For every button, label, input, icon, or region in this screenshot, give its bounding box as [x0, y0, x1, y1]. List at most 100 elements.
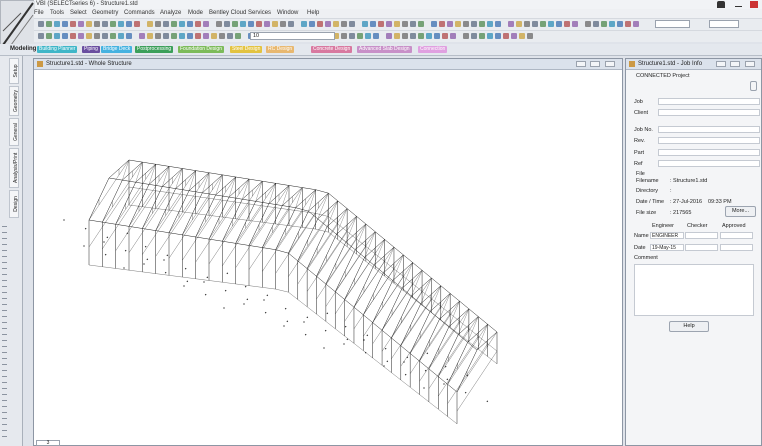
toolbar-icon[interactable]: [62, 33, 68, 39]
toolbar-icon[interactable]: [248, 21, 254, 27]
tab-building-planner[interactable]: Building Planner: [37, 46, 78, 53]
view-combo[interactable]: [655, 20, 690, 28]
menu-help[interactable]: Help: [307, 9, 319, 18]
toolbar-icon[interactable]: [463, 21, 469, 27]
toolbar-icon[interactable]: [633, 21, 639, 27]
engineer-date-field[interactable]: 19-May-15: [650, 244, 684, 251]
toolbar-icon[interactable]: [349, 21, 355, 27]
toolbar-icon[interactable]: [147, 33, 153, 39]
side-tool-icon[interactable]: [2, 322, 7, 323]
toolbar-icon[interactable]: [434, 33, 440, 39]
toolbar-icon[interactable]: [187, 21, 193, 27]
toolbar-icon[interactable]: [280, 21, 286, 27]
toolbar-icon[interactable]: [38, 21, 44, 27]
toolbar-icon[interactable]: [195, 33, 201, 39]
side-tool-icon[interactable]: [2, 340, 7, 341]
tab-steel-design[interactable]: Steel Design: [230, 46, 263, 53]
toolbar-icon[interactable]: [609, 21, 615, 27]
toolbar-icon[interactable]: [362, 21, 368, 27]
job-info-minimize-button[interactable]: [716, 61, 726, 67]
toolbar-icon[interactable]: [118, 21, 124, 27]
toolbar-icon[interactable]: [240, 21, 246, 27]
side-tool-icon[interactable]: [2, 256, 7, 257]
approved-name-field[interactable]: [720, 232, 753, 239]
toolbar-icon[interactable]: [495, 21, 501, 27]
toolbar-icon[interactable]: [171, 21, 177, 27]
toolbar-icon[interactable]: [94, 33, 100, 39]
vtab-general[interactable]: General: [9, 118, 19, 146]
job-info-restore-button[interactable]: [730, 61, 740, 67]
vtab-setup[interactable]: Setup: [9, 58, 19, 84]
side-tool-icon[interactable]: [2, 370, 7, 371]
toolbar-icon[interactable]: [519, 33, 525, 39]
toolbar-icon[interactable]: [38, 33, 44, 39]
side-tool-icon[interactable]: [2, 328, 7, 329]
side-tool-icon[interactable]: [2, 394, 7, 395]
side-tool-icon[interactable]: [2, 316, 7, 317]
job-info-close-button[interactable]: [745, 61, 755, 67]
toolbar-icon[interactable]: [394, 33, 400, 39]
toolbar-icon[interactable]: [450, 33, 456, 39]
menu-bentley-cloud-services[interactable]: Bentley Cloud Services: [209, 9, 271, 18]
more-button[interactable]: More...: [725, 206, 756, 217]
viewport-restore-button[interactable]: [590, 61, 600, 67]
toolbar-icon[interactable]: [309, 21, 315, 27]
side-tool-icon[interactable]: [2, 436, 7, 437]
toolbar-icon[interactable]: [418, 33, 424, 39]
menu-analyze[interactable]: Analyze: [160, 9, 181, 18]
toolbar-icon[interactable]: [365, 33, 371, 39]
toolbar-icon[interactable]: [46, 21, 52, 27]
toolbar-icon[interactable]: [325, 21, 331, 27]
toolbar-icon[interactable]: [341, 33, 347, 39]
toolbar-icon[interactable]: [487, 21, 493, 27]
help-button[interactable]: Help: [669, 321, 709, 332]
viewport-close-button[interactable]: [605, 61, 615, 67]
toolbar-icon[interactable]: [54, 21, 60, 27]
toolbar-icon[interactable]: [301, 21, 307, 27]
toolbar-icon[interactable]: [102, 33, 108, 39]
structure-3d-model[interactable]: [34, 70, 622, 446]
toolbar-icon[interactable]: [134, 21, 140, 27]
toolbar-icon[interactable]: [556, 21, 562, 27]
toolbar-icon[interactable]: [288, 21, 294, 27]
menu-tools[interactable]: Tools: [50, 9, 64, 18]
toolbar-icon[interactable]: [70, 33, 76, 39]
toolbar-icon[interactable]: [110, 21, 116, 27]
toolbar-icon[interactable]: [333, 21, 339, 27]
toolbar-icon[interactable]: [601, 21, 607, 27]
side-tool-icon[interactable]: [2, 346, 7, 347]
toolbar-icon[interactable]: [139, 33, 145, 39]
side-tool-icon[interactable]: [2, 406, 7, 407]
side-tool-icon[interactable]: [2, 286, 7, 287]
vtab-analysis-print[interactable]: Analysis/Print: [9, 148, 19, 188]
side-tool-icon[interactable]: [2, 412, 7, 413]
toolbar-icon[interactable]: [46, 33, 52, 39]
toolbar-icon[interactable]: [94, 21, 100, 27]
toolbar-icon[interactable]: [487, 33, 493, 39]
toolbar-icon[interactable]: [455, 21, 461, 27]
toolbar-icon[interactable]: [426, 33, 432, 39]
job-no-field[interactable]: [658, 126, 760, 133]
toolbar-icon[interactable]: [78, 21, 84, 27]
toolbar-icon[interactable]: [410, 21, 416, 27]
toolbar-icon[interactable]: [264, 21, 270, 27]
part-field[interactable]: [658, 149, 760, 156]
side-tool-icon[interactable]: [2, 382, 7, 383]
client-field[interactable]: [658, 109, 760, 116]
vtab-design[interactable]: Design: [9, 190, 19, 218]
toolbar-icon[interactable]: [479, 21, 485, 27]
toolbar-icon[interactable]: [171, 33, 177, 39]
toolbar-icon[interactable]: [163, 21, 169, 27]
side-tool-icon[interactable]: [2, 268, 7, 269]
side-tool-icon[interactable]: [2, 430, 7, 431]
menu-window[interactable]: Window: [277, 9, 298, 18]
side-tool-icon[interactable]: [2, 298, 7, 299]
toolbar-icon[interactable]: [203, 21, 209, 27]
tab-piping[interactable]: Piping: [82, 46, 100, 53]
viewport-minimize-button[interactable]: [576, 61, 586, 67]
side-tool-icon[interactable]: [2, 334, 7, 335]
toolbar-icon[interactable]: [447, 21, 453, 27]
comment-field[interactable]: [634, 264, 754, 316]
toolbar-icon[interactable]: [617, 21, 623, 27]
side-tool-icon[interactable]: [2, 310, 7, 311]
